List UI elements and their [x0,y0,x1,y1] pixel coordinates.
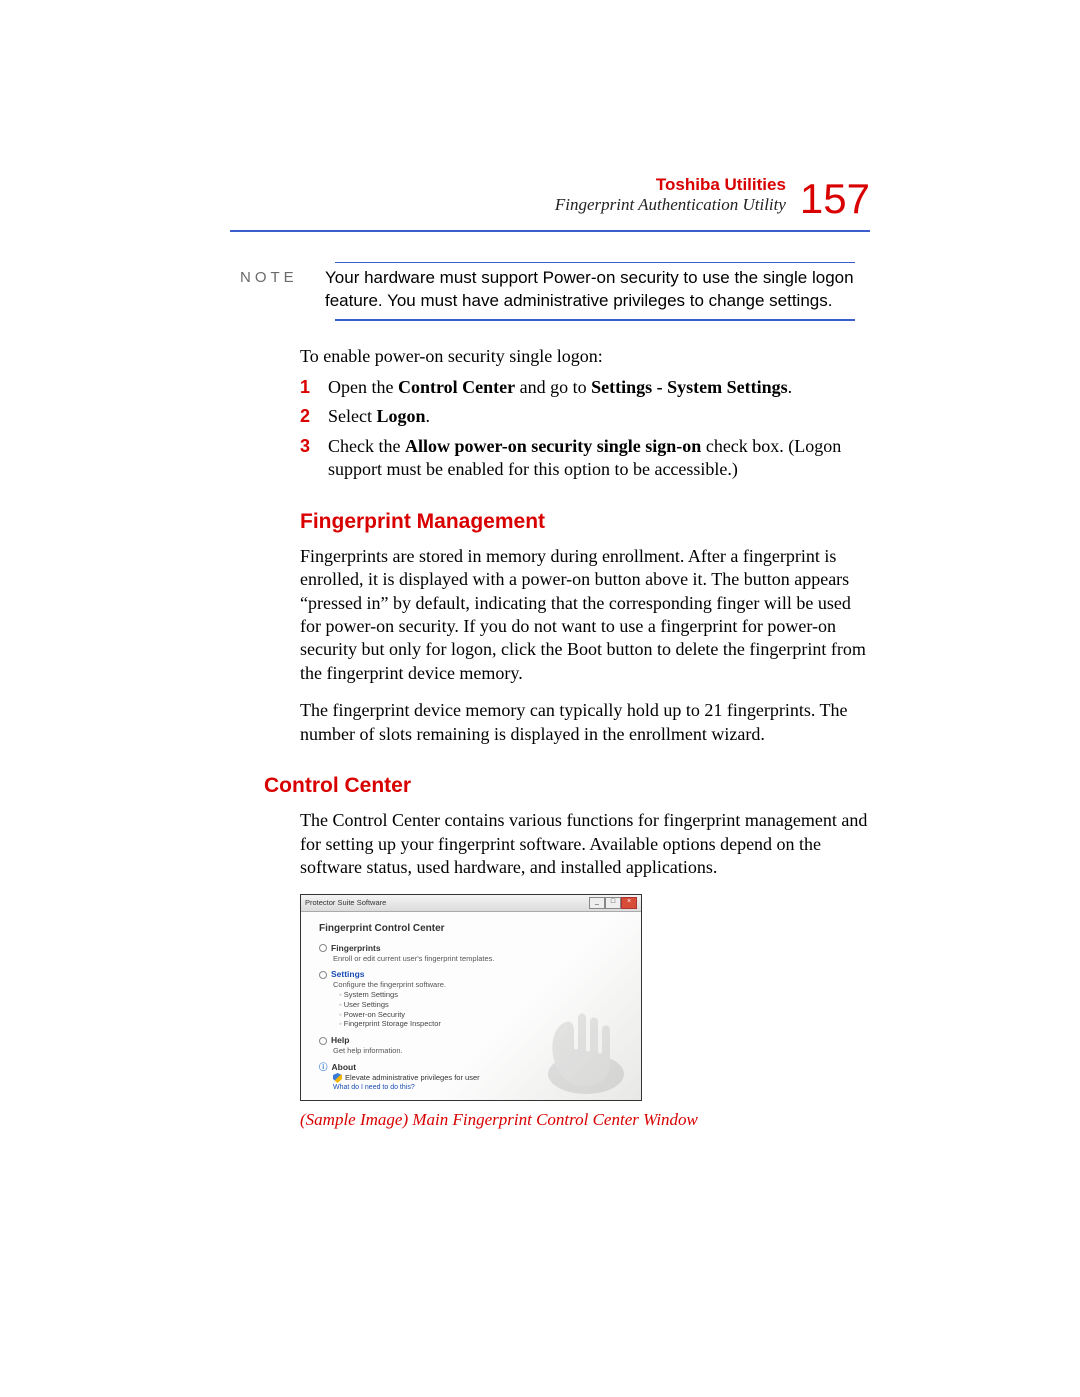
step-text: Check the Allow power-on security single… [328,435,870,482]
step-number: 1 [300,376,328,399]
body-paragraph: Fingerprints are stored in memory during… [300,545,870,685]
maximize-button[interactable]: □ [605,897,621,909]
page-header: Toshiba Utilities Fingerprint Authentica… [230,175,870,220]
group-label: About [332,1062,357,1073]
header-text-block: Toshiba Utilities Fingerprint Authentica… [555,175,786,220]
group-title[interactable]: Settings [319,969,623,980]
step-text: Select Logon. [328,405,870,428]
note-bottom-rule [335,319,855,321]
close-button[interactable]: × [621,897,637,909]
step-number: 2 [300,405,328,428]
collapse-icon [319,1037,327,1045]
group-fingerprints: Fingerprints Enroll or edit current user… [319,943,623,964]
figure-block: Protector Suite Software _ □ × Fingerpri… [300,894,870,1132]
collapse-icon [319,971,327,979]
minimize-button[interactable]: _ [589,897,605,909]
note-text: Your hardware must support Power-on secu… [325,267,870,313]
page-number: 157 [800,178,870,220]
group-label: Help [331,1035,349,1046]
embedded-screenshot: Protector Suite Software _ □ × Fingerpri… [300,894,642,1102]
hand-watermark-icon [503,996,633,1096]
main-content: To enable power-on security single logon… [300,345,870,1131]
note-label: NOTE [230,267,325,286]
section-heading-fingerprint-management: Fingerprint Management [300,508,870,535]
document-page: Toshiba Utilities Fingerprint Authentica… [0,0,1080,1397]
bold-text: Logon [376,406,425,426]
body-paragraph: The Control Center contains various func… [300,809,870,879]
elevate-text: Elevate administrative privileges for us… [345,1073,480,1083]
text: Check the [328,436,405,456]
panel-heading: Fingerprint Control Center [319,922,623,935]
group-label: Fingerprints [331,943,381,954]
text: . [426,406,431,426]
window-title: Protector Suite Software [305,898,386,908]
bold-text: Settings - System Settings [591,377,788,397]
window-body: Fingerprint Control Center Fingerprints … [301,912,641,1101]
window-buttons: _ □ × [589,897,637,909]
group-desc: Enroll or edit current user's fingerprin… [333,954,623,964]
text: . [788,377,793,397]
steps-list: 1 Open the Control Center and go to Sett… [300,376,870,482]
window-titlebar: Protector Suite Software _ □ × [301,895,641,912]
text: and go to [515,377,591,397]
section-heading-control-center: Control Center [264,772,870,799]
shield-icon [333,1073,342,1083]
figure-caption: (Sample Image) Main Fingerprint Control … [300,1109,870,1131]
step-item: 3 Check the Allow power-on security sing… [300,435,870,482]
header-rule [230,230,870,232]
bold-text: Control Center [398,377,515,397]
body-paragraph: The fingerprint device memory can typica… [300,699,870,746]
step-item: 1 Open the Control Center and go to Sett… [300,376,870,399]
collapse-icon [319,944,327,952]
group-label: Settings [331,969,365,980]
group-desc: Configure the fingerprint software. [333,980,623,990]
bold-text: Allow power-on security single sign-on [405,436,701,456]
chapter-name: Toshiba Utilities [555,175,786,195]
info-icon: ⓘ [319,1062,328,1073]
step-number: 3 [300,435,328,482]
group-title[interactable]: Fingerprints [319,943,623,954]
text: Select [328,406,376,426]
section-name: Fingerprint Authentication Utility [555,195,786,215]
note-block: NOTE Your hardware must support Power-on… [230,267,870,313]
step-item: 2 Select Logon. [300,405,870,428]
note-top-rule [335,262,855,264]
intro-line: To enable power-on security single logon… [300,345,870,368]
text: Open the [328,377,398,397]
step-text: Open the Control Center and go to Settin… [328,376,870,399]
